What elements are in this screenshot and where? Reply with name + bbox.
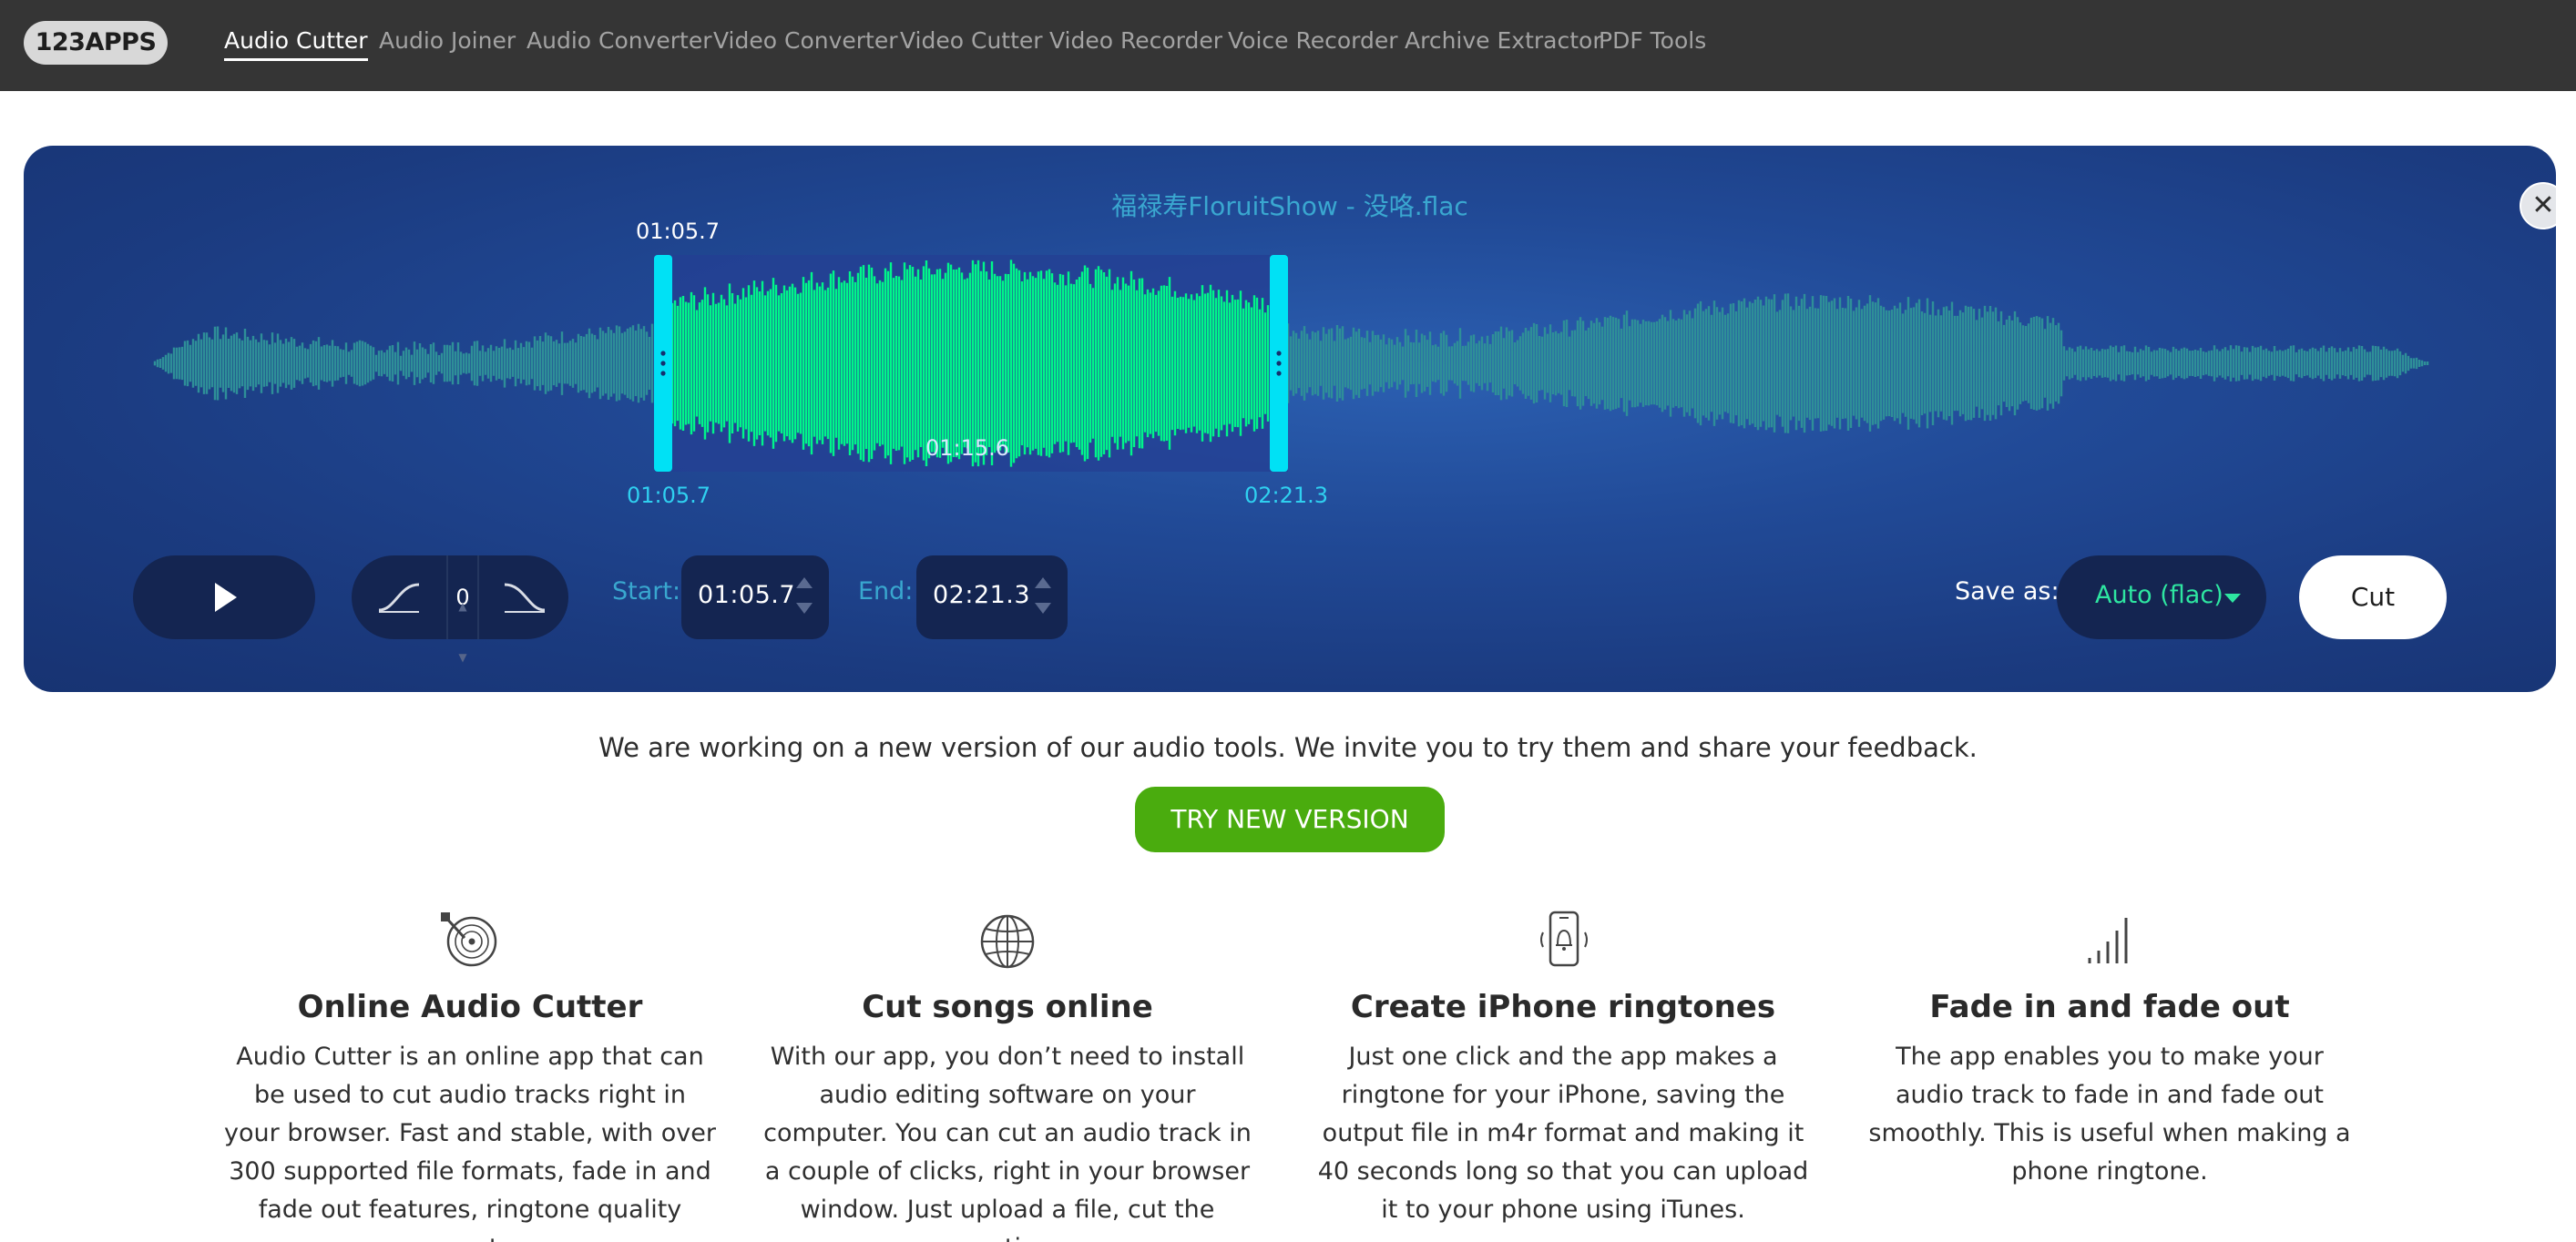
feature-description: Audio Cutter is an online app that can b… — [224, 1043, 716, 1242]
caret-down-icon — [2224, 594, 2241, 603]
selection-top-time: 01:05.7 — [636, 219, 721, 244]
feature-title: Create iPhone ringtones — [1350, 989, 1776, 1025]
start-up-arrow-icon[interactable] — [796, 577, 813, 588]
selection-start-time: 01:05.7 — [627, 483, 711, 508]
feature-description: With our app, you don’t need to install … — [763, 1043, 1252, 1242]
end-down-arrow-icon[interactable] — [1035, 603, 1051, 614]
feature-description: The app enables you to make your audio t… — [1868, 1043, 2351, 1186]
selection-end-time: 02:21.3 — [1244, 483, 1329, 508]
play-icon — [215, 583, 237, 612]
end-time-value: 02:21.3 — [933, 581, 1031, 609]
fade-stepper[interactable]: ▲ 0 ▼ — [446, 555, 479, 664]
feature-description: Just one click and the app makes a ringt… — [1317, 1043, 1809, 1224]
nav-item-audio-converter[interactable]: Audio Converter — [526, 25, 712, 56]
fade-out-icon[interactable] — [501, 577, 548, 617]
feature-create-iphone-ringtones: Create iPhone ringtones Just one click a… — [1317, 911, 1809, 1229]
globe-icon — [980, 914, 1035, 969]
end-time-input[interactable]: 02:21.3 — [916, 555, 1068, 639]
nav-item-audio-joiner[interactable]: Audio Joiner — [379, 25, 516, 56]
nav-item-video-recorder[interactable]: Video Recorder — [1049, 25, 1222, 56]
feature-online-audio-cutter: Online Audio Cutter Audio Cutter is an o… — [224, 911, 716, 1242]
phone-ringtone-icon — [1540, 911, 1588, 967]
nav-item-audio-cutter[interactable]: Audio Cutter — [224, 25, 368, 61]
vinyl-record-icon — [441, 912, 497, 967]
end-label: End: — [858, 577, 914, 606]
fade-controls: ▲ 0 ▼ — [352, 555, 568, 664]
format-value: Auto (flac) — [2095, 581, 2223, 609]
new-version-notice: We are working on a new version of our a… — [598, 732, 1978, 763]
start-label: Start: — [612, 577, 681, 606]
waveform-unselected-left — [153, 323, 654, 403]
logo[interactable]: 123APPS — [24, 21, 168, 65]
start-down-arrow-icon[interactable] — [796, 603, 813, 614]
nav-item-video-converter[interactable]: Video Converter — [713, 25, 898, 56]
top-navigation: 123APPS Audio Cutter Audio Joiner Audio … — [0, 0, 2576, 91]
cut-button[interactable]: Cut — [2299, 555, 2447, 639]
selection-start-handle[interactable] — [654, 255, 672, 472]
audio-editor-panel: 福禄寿FloruitShow - 没咯.flac ✕ 01:05.7 01:15… — [24, 146, 2556, 692]
feature-cut-songs-online: Cut songs online With our app, you don’t… — [762, 911, 1253, 1242]
feature-title: Online Audio Cutter — [297, 989, 643, 1025]
fade-bars-icon — [2088, 918, 2128, 963]
nav-item-voice-recorder[interactable]: Voice Recorder — [1228, 25, 1398, 56]
feature-title: Cut songs online — [862, 989, 1153, 1025]
nav-item-pdf-tools[interactable]: PDF Tools — [1599, 25, 1706, 56]
start-time-input[interactable]: 01:05.7 — [681, 555, 829, 639]
save-as-label: Save as: — [1955, 577, 2060, 606]
nav-item-video-cutter[interactable]: Video Cutter — [900, 25, 1043, 56]
feature-title: Fade in and fade out — [1929, 989, 2290, 1025]
start-time-value: 01:05.7 — [698, 581, 796, 609]
nav-item-archive-extractor[interactable]: Archive Extractor — [1405, 25, 1602, 56]
feature-fade-in-fade-out: Fade in and fade out The app enables you… — [1864, 911, 2356, 1191]
waveform-unselected-right — [1286, 293, 2429, 433]
selection-end-handle[interactable] — [1270, 255, 1288, 472]
fade-down-arrow-icon[interactable]: ▼ — [448, 616, 477, 692]
play-button[interactable] — [133, 555, 315, 639]
selection-duration-time: 01:15.6 — [925, 435, 1010, 461]
end-up-arrow-icon[interactable] — [1035, 577, 1051, 588]
format-dropdown[interactable]: Auto (flac) — [2057, 555, 2266, 639]
try-new-version-button[interactable]: TRY NEW VERSION — [1135, 787, 1445, 852]
fade-in-icon[interactable] — [375, 577, 423, 617]
